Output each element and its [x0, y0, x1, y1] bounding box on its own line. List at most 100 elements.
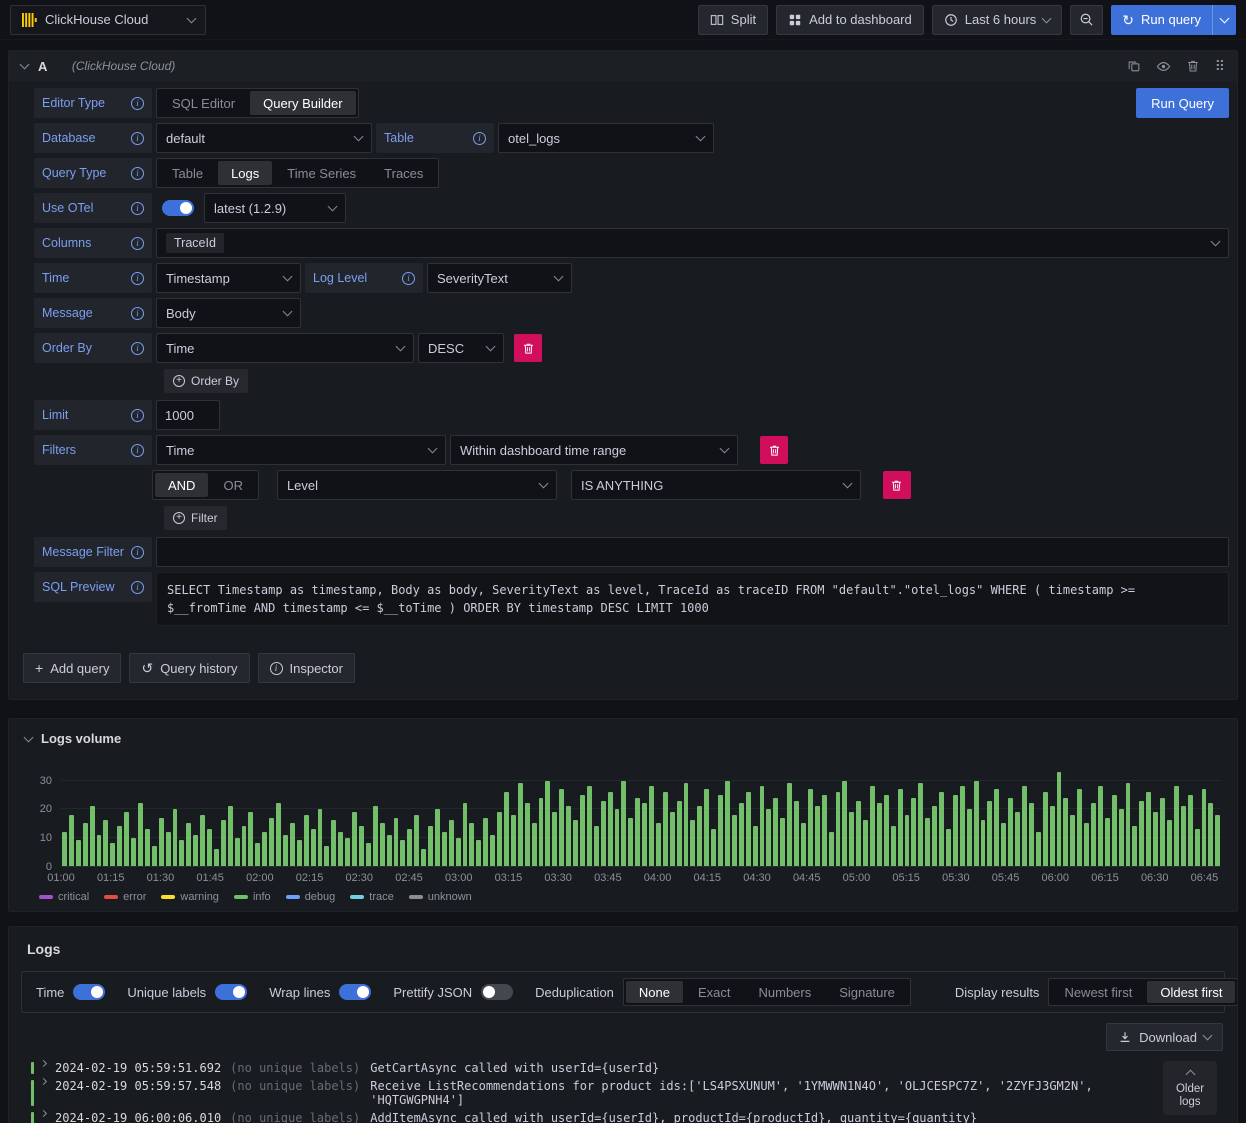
query-builder-option[interactable]: Query Builder	[250, 91, 356, 115]
log-row[interactable]: 2024-02-19 05:59:57.548 (no unique labels…	[21, 1077, 1130, 1109]
message-column-select[interactable]: Body	[156, 298, 301, 328]
volume-bar	[117, 826, 123, 866]
columns-selected-chip[interactable]: TraceId	[166, 233, 224, 253]
volume-bar	[1104, 817, 1110, 866]
dedup-signature-option[interactable]: Signature	[826, 981, 908, 1003]
run-query-button[interactable]: ↻ Run query	[1111, 4, 1212, 35]
table-select[interactable]: otel_logs	[498, 123, 714, 153]
query-type-traces-option[interactable]: Traces	[371, 161, 436, 185]
run-query-editor-button[interactable]: Run Query	[1136, 88, 1229, 118]
query-type-logs-option[interactable]: Logs	[218, 161, 273, 185]
info-icon[interactable]: i	[131, 545, 144, 559]
info-icon[interactable]: i	[131, 201, 144, 215]
info-icon[interactable]: i	[131, 236, 144, 250]
filter-condition-field-select[interactable]: Level	[276, 470, 557, 500]
logs-volume-header[interactable]: Logs volume	[23, 731, 1221, 746]
legend-item-critical[interactable]: critical	[39, 891, 89, 903]
legend-item-unknown[interactable]: unknown	[408, 891, 472, 903]
log-row[interactable]: 2024-02-19 06:00:06.010 (no unique labels…	[21, 1109, 1130, 1123]
legend-item-trace[interactable]: trace	[350, 891, 394, 903]
legend-swatch	[104, 895, 119, 899]
legend-swatch	[233, 895, 248, 899]
newest-first-option[interactable]: Newest first	[1051, 981, 1145, 1003]
query-history-button[interactable]: ↺ Query history	[129, 653, 250, 683]
oldest-first-option[interactable]: Oldest first	[1147, 981, 1236, 1003]
unique-labels-toggle[interactable]	[215, 984, 248, 1000]
columns-multiselect[interactable]: TraceId	[156, 228, 1229, 258]
legend-item-error[interactable]: error	[104, 891, 146, 903]
dedup-none-option[interactable]: None	[625, 981, 683, 1003]
x-tick-label: 04:00	[643, 872, 672, 884]
expand-log-chevron-icon[interactable]	[39, 1077, 48, 1086]
legend-item-debug[interactable]: debug	[285, 891, 335, 903]
duplicate-query-icon[interactable]	[1127, 59, 1141, 73]
remove-filter-button[interactable]	[760, 436, 788, 464]
download-button[interactable]: Download	[1106, 1023, 1223, 1051]
filter-operator-select[interactable]: Within dashboard time range	[450, 435, 738, 465]
older-logs-button[interactable]: Older logs	[1163, 1061, 1217, 1115]
query-type-table-option[interactable]: Table	[159, 161, 216, 185]
dedup-exact-option[interactable]: Exact	[685, 981, 744, 1003]
collapse-chevron-icon[interactable]	[23, 732, 34, 742]
add-filter-button[interactable]: + Filter	[164, 506, 227, 530]
order-by-column-select[interactable]: Time	[156, 333, 414, 363]
logs-volume-chart[interactable]: 0 10 20 30	[25, 772, 1221, 873]
info-icon[interactable]: i	[131, 443, 144, 457]
otel-version-select[interactable]: latest (1.2.9)	[204, 193, 346, 223]
run-query-dropdown-button[interactable]	[1212, 4, 1236, 35]
info-icon[interactable]: i	[131, 306, 144, 320]
add-order-by-button[interactable]: + Order By	[164, 369, 249, 393]
info-icon[interactable]: i	[131, 408, 144, 422]
legend-item-warning[interactable]: warning	[161, 891, 219, 903]
zoom-out-button[interactable]	[1070, 4, 1104, 35]
volume-bar	[137, 803, 143, 866]
info-icon[interactable]: i	[131, 96, 144, 110]
info-icon[interactable]: i	[131, 580, 144, 594]
remove-query-icon[interactable]	[1186, 59, 1200, 73]
and-option[interactable]: AND	[155, 473, 209, 497]
sql-editor-option[interactable]: SQL Editor	[159, 91, 248, 115]
prettify-json-toggle[interactable]	[481, 984, 514, 1000]
remove-order-by-button[interactable]	[514, 334, 542, 362]
time-toggle[interactable]	[73, 984, 106, 1000]
drag-handle-icon[interactable]: ⠿	[1215, 59, 1225, 73]
toggle-visibility-icon[interactable]	[1156, 59, 1171, 74]
use-otel-toggle[interactable]	[162, 200, 194, 216]
message-filter-input[interactable]	[156, 537, 1229, 567]
legend-item-info[interactable]: info	[233, 891, 271, 903]
limit-input[interactable]	[156, 400, 220, 430]
dedup-numbers-option[interactable]: Numbers	[746, 981, 825, 1003]
or-option[interactable]: OR	[210, 473, 256, 497]
split-icon	[710, 13, 724, 27]
volume-bar	[1091, 803, 1096, 866]
filter-field-select[interactable]: Time	[156, 435, 446, 465]
add-query-button[interactable]: + Add query	[23, 653, 122, 683]
order-by-direction-select[interactable]: DESC	[418, 333, 504, 363]
add-to-dashboard-button[interactable]: Add to dashboard	[776, 4, 924, 35]
remove-condition-button[interactable]	[882, 471, 911, 499]
time-column-select[interactable]: Timestamp	[156, 263, 301, 293]
expand-log-chevron-icon[interactable]	[39, 1109, 48, 1118]
info-icon[interactable]: i	[473, 131, 486, 145]
database-select[interactable]: default	[156, 123, 372, 153]
info-icon[interactable]: i	[402, 271, 415, 285]
time-range-picker[interactable]: Last 6 hours	[931, 4, 1063, 35]
log-level-select[interactable]: SeverityText	[427, 263, 572, 293]
log-row[interactable]: 2024-02-19 05:59:51.692 (no unique labels…	[21, 1059, 1130, 1077]
expand-log-chevron-icon[interactable]	[39, 1059, 48, 1068]
info-icon[interactable]: i	[131, 341, 144, 355]
time-column-value: Timestamp	[166, 270, 230, 286]
query-type-timeseries-option[interactable]: Time Series	[274, 161, 369, 185]
query-row-header[interactable]: A (ClickHouse Cloud) ⠿	[9, 51, 1237, 81]
inspector-button[interactable]: i Inspector	[257, 653, 355, 683]
volume-bar	[434, 809, 440, 866]
info-icon[interactable]: i	[131, 166, 144, 180]
filter-condition-operator-select[interactable]: IS ANYTHING	[570, 470, 861, 500]
split-button[interactable]: Split	[697, 4, 769, 35]
collapse-chevron-icon[interactable]	[19, 59, 30, 70]
legend-label: warning	[180, 891, 219, 903]
datasource-picker[interactable]: ClickHouse Cloud	[10, 4, 206, 35]
info-icon[interactable]: i	[131, 131, 144, 145]
wrap-lines-toggle[interactable]	[339, 984, 372, 1000]
info-icon[interactable]: i	[131, 271, 144, 285]
